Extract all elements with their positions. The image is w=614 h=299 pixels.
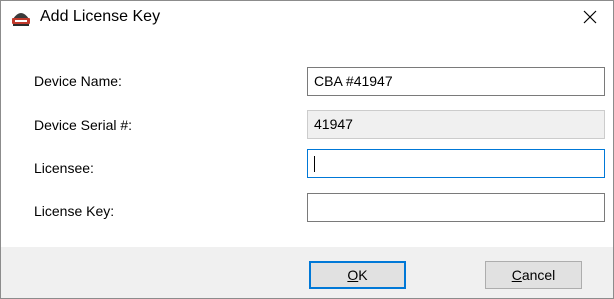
ok-mnemonic: O [347,267,359,283]
form-area: Device Name: CBA #41947 Device Serial #:… [1,33,613,247]
window-title: Add License Key [40,8,161,25]
ok-button[interactable]: OK [309,261,406,289]
licensee-label: Licensee: [34,160,94,176]
licensee-field[interactable] [307,149,605,178]
device-serial-label: Device Serial #: [34,117,133,133]
ok-label-rest: K [358,267,368,283]
add-license-key-dialog: Add License Key Device Name: CBA #41947 … [0,0,614,299]
close-button[interactable] [567,1,613,33]
cancel-mnemonic: C [511,267,522,283]
device-name-label: Device Name: [34,73,122,89]
license-key-field[interactable] [307,193,605,222]
device-name-field[interactable]: CBA #41947 [307,67,605,96]
device-serial-field: 41947 [307,110,605,139]
license-key-label: License Key: [34,203,115,219]
close-icon [583,10,597,24]
title-bar[interactable]: Add License Key [1,1,613,33]
text-caret [314,156,315,172]
cancel-label-rest: ancel [521,267,556,283]
button-bar: OK Cancel [1,247,613,298]
cancel-button[interactable]: Cancel [485,261,582,289]
app-logo-icon [11,9,31,27]
